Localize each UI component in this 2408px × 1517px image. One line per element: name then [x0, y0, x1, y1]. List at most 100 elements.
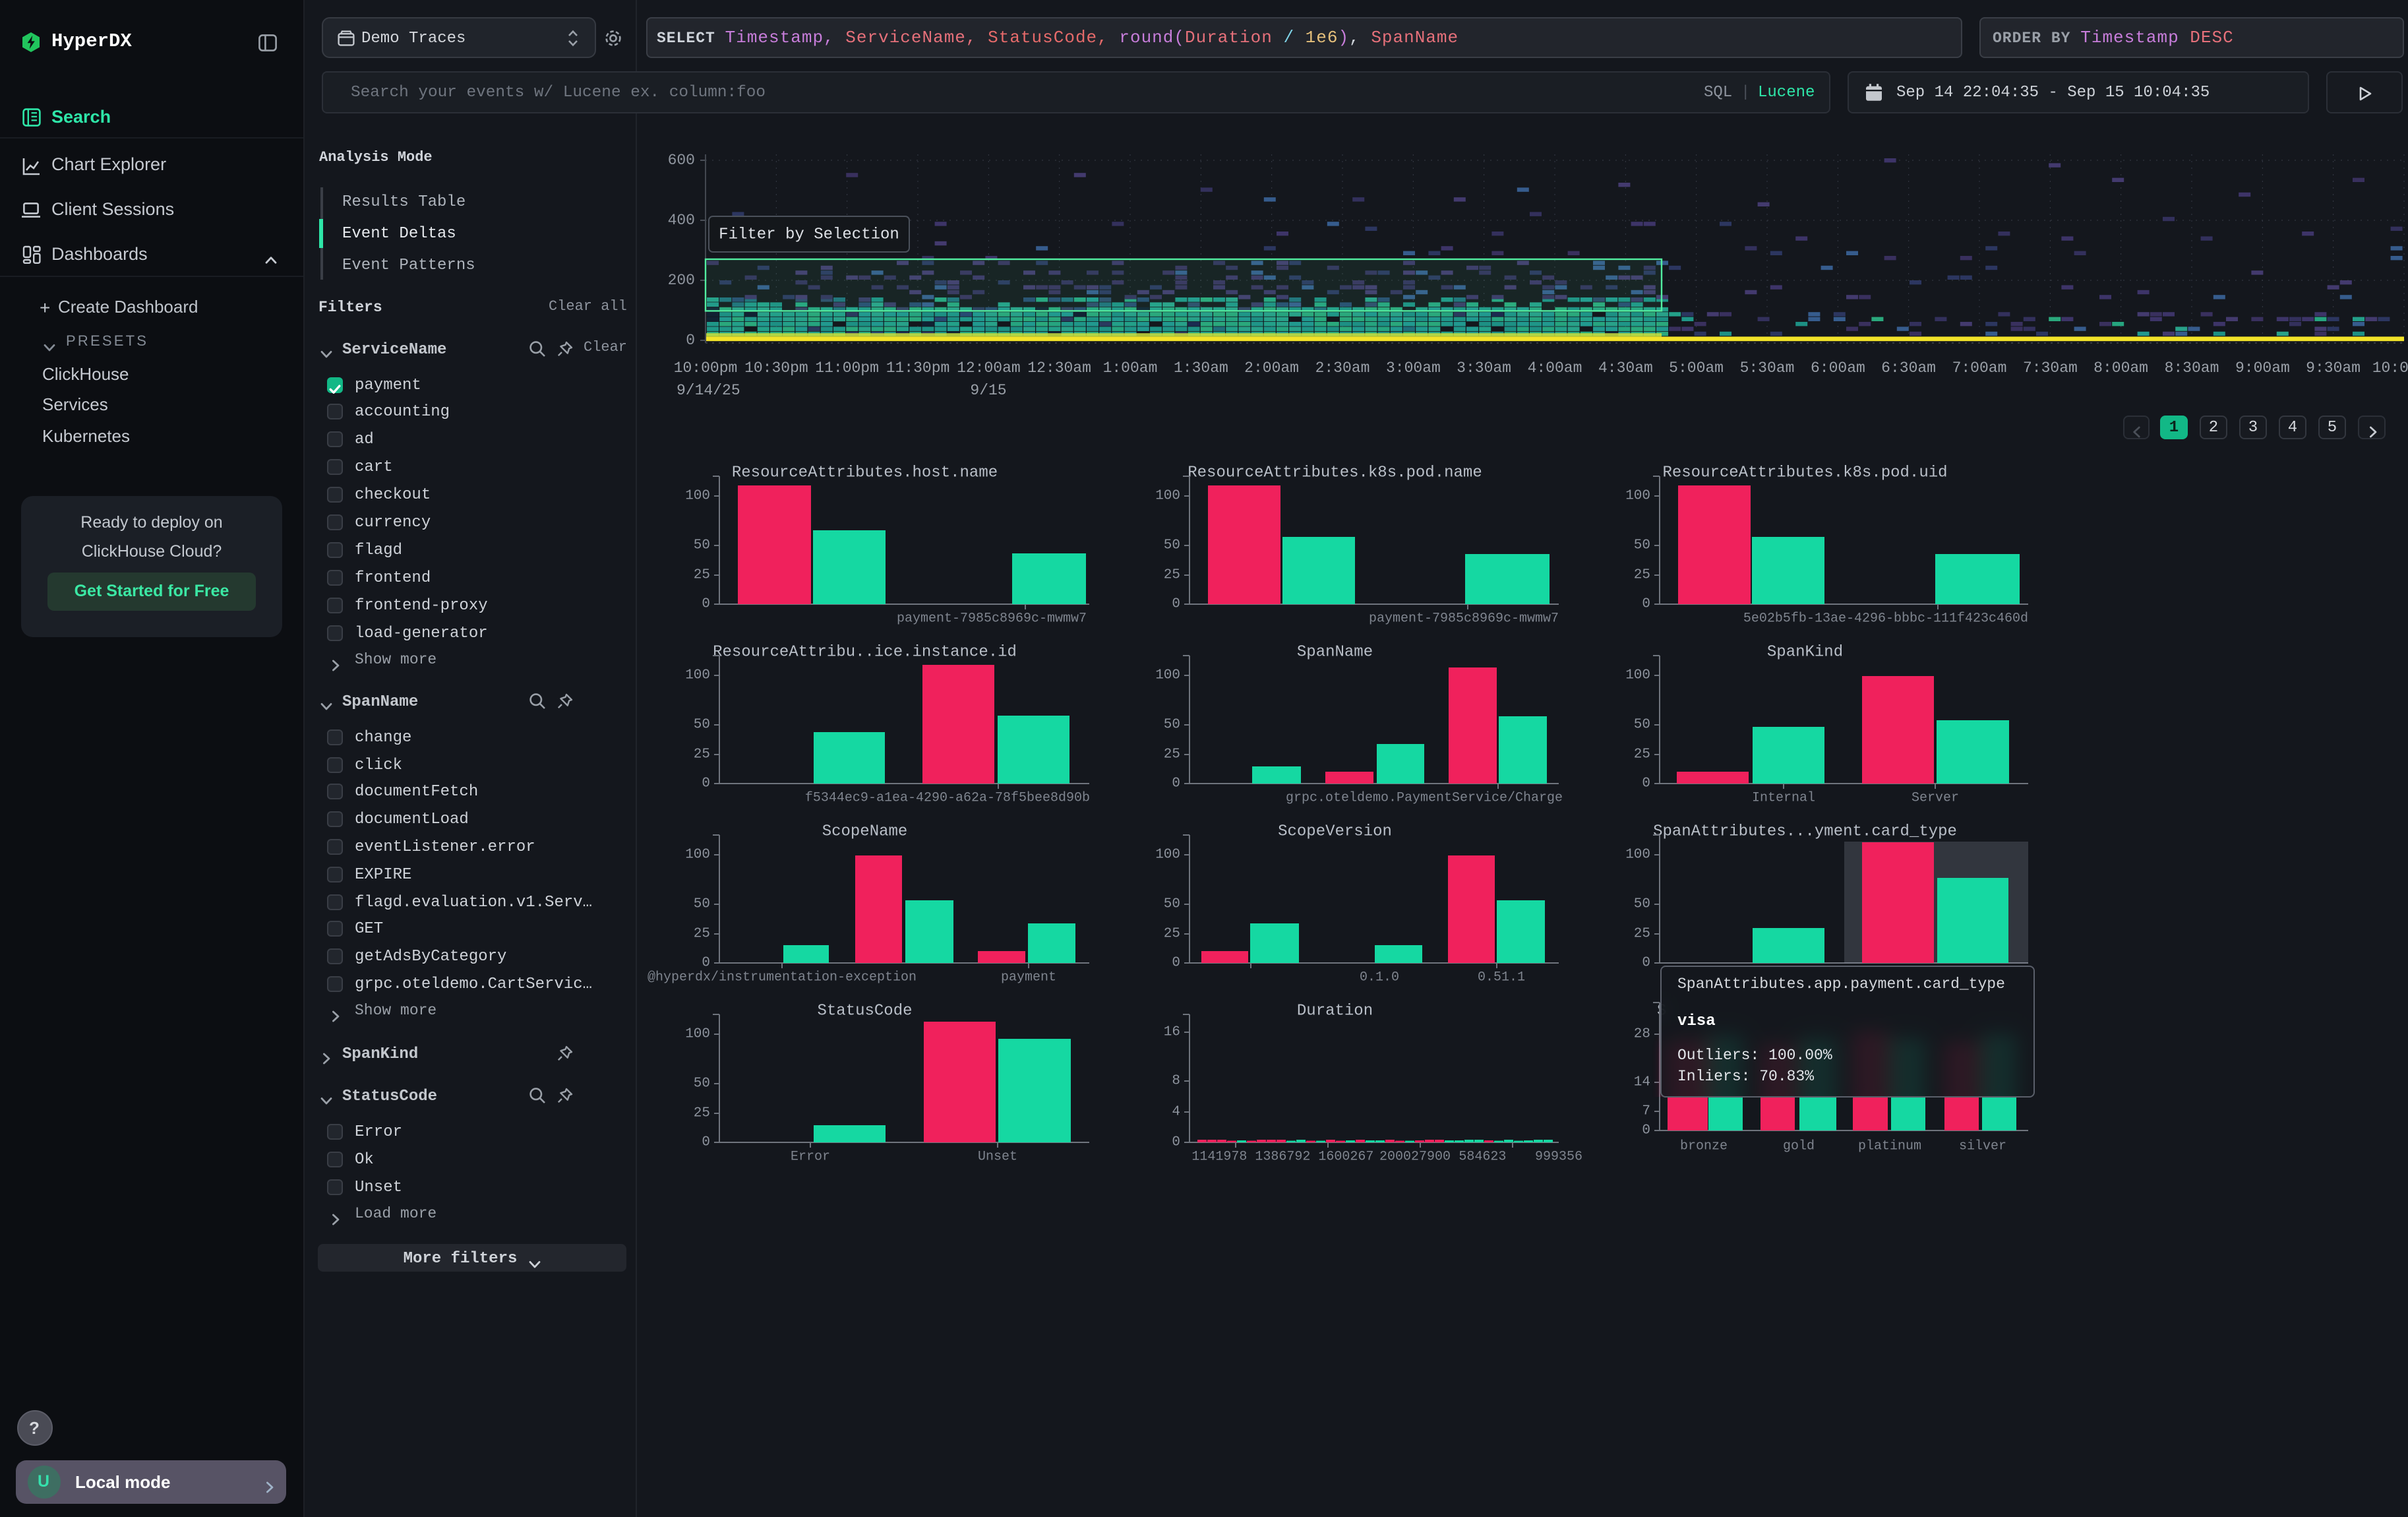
svg-text:100: 100 — [1155, 489, 1180, 504]
svg-text:11:00pm: 11:00pm — [815, 359, 879, 377]
svg-text:grpc.oteldemo.PaymentService/C: grpc.oteldemo.PaymentService/Charge — [1286, 791, 1563, 806]
svg-text:ScopeVersion: ScopeVersion — [1278, 823, 1392, 841]
svg-text:0: 0 — [686, 332, 695, 349]
svg-text:28: 28 — [1634, 1027, 1650, 1042]
svg-text:5:30am: 5:30am — [1740, 359, 1795, 377]
svg-text:25: 25 — [1634, 747, 1650, 762]
svg-text:0: 0 — [702, 1135, 710, 1150]
svg-text:3:00am: 3:00am — [1386, 359, 1441, 377]
svg-text:7: 7 — [1642, 1104, 1650, 1119]
svg-text:4:30am: 4:30am — [1598, 359, 1653, 377]
svg-text:14: 14 — [1634, 1075, 1650, 1090]
svg-text:8:00am: 8:00am — [2093, 359, 2148, 377]
svg-text:0: 0 — [1172, 597, 1180, 612]
svg-text:999356: 999356 — [1535, 1150, 1582, 1165]
svg-text:100: 100 — [1155, 848, 1180, 863]
svg-text:12:00am: 12:00am — [957, 359, 1021, 377]
svg-text:50: 50 — [1164, 718, 1180, 733]
svg-text:Duration: Duration — [1297, 1003, 1373, 1020]
svg-text:50: 50 — [694, 897, 710, 912]
svg-text:25: 25 — [694, 927, 710, 942]
svg-text:0.51.1: 0.51.1 — [1478, 970, 1525, 985]
svg-text:9/15: 9/15 — [970, 382, 1006, 399]
svg-text:50: 50 — [1164, 897, 1180, 912]
svg-text:payment-7985c8969c-mwmw7: payment-7985c8969c-mwmw7 — [897, 611, 1087, 627]
svg-text:payment: payment — [1001, 970, 1056, 985]
svg-text:1:00am: 1:00am — [1103, 359, 1158, 377]
svg-text:50: 50 — [1634, 897, 1650, 912]
svg-text:0: 0 — [1642, 956, 1650, 971]
svg-text:50: 50 — [1634, 718, 1650, 733]
svg-text:25: 25 — [1634, 568, 1650, 583]
svg-text:0: 0 — [702, 597, 710, 612]
svg-text:16: 16 — [1164, 1025, 1180, 1040]
svg-text:3:30am: 3:30am — [1457, 359, 1511, 377]
svg-text:100: 100 — [685, 1027, 710, 1042]
svg-text:0: 0 — [1172, 956, 1180, 971]
svg-text:0: 0 — [1642, 776, 1650, 791]
svg-text:5e02b5fb-13ae-4296-bbbc-111f42: 5e02b5fb-13ae-4296-bbbc-111f423c460d — [1743, 611, 2028, 627]
svg-text:50: 50 — [694, 1076, 710, 1092]
svg-text:0: 0 — [1172, 776, 1180, 791]
svg-text:7:30am: 7:30am — [2023, 359, 2078, 377]
svg-text:Filter by Selection: Filter by Selection — [719, 226, 899, 244]
svg-text:25: 25 — [1164, 927, 1180, 942]
svg-text:ResourceAttributes.host.name: ResourceAttributes.host.name — [732, 464, 998, 482]
svg-text:25: 25 — [694, 1106, 710, 1121]
svg-text:7:00am: 7:00am — [1952, 359, 2007, 377]
svg-text:2:00am: 2:00am — [1244, 359, 1299, 377]
svg-text:25: 25 — [1164, 568, 1180, 583]
svg-text:100: 100 — [1625, 489, 1650, 504]
svg-text:8:30am: 8:30am — [2165, 359, 2219, 377]
svg-text:0: 0 — [1172, 1135, 1180, 1150]
svg-text:SpanName: SpanName — [1297, 644, 1373, 662]
svg-text:9:00am: 9:00am — [2235, 359, 2290, 377]
svg-text:6:30am: 6:30am — [1881, 359, 1936, 377]
svg-text:11:30pm: 11:30pm — [886, 359, 950, 377]
svg-text:payment-7985c8969c-mwmw7: payment-7985c8969c-mwmw7 — [1369, 611, 1559, 627]
svg-text:StatusCode: StatusCode — [817, 1003, 912, 1020]
svg-text:bronze: bronze — [1680, 1139, 1728, 1154]
svg-text:silver: silver — [1959, 1139, 2006, 1154]
svg-text:10:30pm: 10:30pm — [744, 359, 808, 377]
svg-text:2:30am: 2:30am — [1315, 359, 1370, 377]
svg-text:gold: gold — [1783, 1139, 1815, 1154]
svg-text:SpanAttributes...yment.card_ty: SpanAttributes...yment.card_type — [1653, 823, 1957, 841]
svg-text:@hyperdx/instrumentation-excep: @hyperdx/instrumentation-exception — [647, 970, 917, 985]
svg-text:9:30am: 9:30am — [2306, 359, 2361, 377]
svg-text:8: 8 — [1172, 1074, 1180, 1089]
svg-text:5:00am: 5:00am — [1669, 359, 1724, 377]
svg-text:100: 100 — [1155, 668, 1180, 683]
svg-text:12:30am: 12:30am — [1027, 359, 1091, 377]
svg-text:100: 100 — [685, 668, 710, 683]
svg-text:platinum: platinum — [1858, 1139, 1921, 1154]
svg-text:200027900: 200027900 — [1379, 1150, 1451, 1165]
svg-text:200: 200 — [668, 272, 695, 289]
svg-text:25: 25 — [694, 568, 710, 583]
svg-text:0: 0 — [702, 956, 710, 971]
svg-text:1:30am: 1:30am — [1174, 359, 1228, 377]
svg-text:4: 4 — [1172, 1105, 1180, 1120]
svg-text:Internal: Internal — [1752, 791, 1815, 806]
svg-text:Error: Error — [791, 1150, 830, 1165]
svg-text:1600267: 1600267 — [1318, 1150, 1373, 1165]
svg-text:0: 0 — [1642, 1123, 1650, 1138]
svg-text:600: 600 — [668, 152, 695, 169]
svg-text:50: 50 — [1634, 538, 1650, 553]
svg-text:9/14/25: 9/14/25 — [677, 382, 740, 399]
svg-text:Server: Server — [1911, 791, 1959, 806]
svg-text:0.1.0: 0.1.0 — [1360, 970, 1399, 985]
svg-text:ResourceAttributes.k8s.pod.nam: ResourceAttributes.k8s.pod.name — [1188, 464, 1482, 482]
svg-text:10:00pm: 10:00pm — [674, 359, 738, 377]
svg-text:100: 100 — [685, 848, 710, 863]
svg-text:25: 25 — [694, 747, 710, 762]
svg-text:50: 50 — [694, 718, 710, 733]
svg-text:ResourceAttributes.k8s.pod.uid: ResourceAttributes.k8s.pod.uid — [1662, 464, 1947, 482]
svg-text:50: 50 — [694, 538, 710, 553]
svg-text:0: 0 — [702, 776, 710, 791]
svg-text:100: 100 — [1625, 848, 1650, 863]
svg-text:ResourceAttribu..ice.instance.: ResourceAttribu..ice.instance.id — [713, 644, 1017, 662]
svg-text:f5344ec9-a1ea-4290-a62a-78f5be: f5344ec9-a1ea-4290-a62a-78f5bee8d90b — [805, 791, 1090, 806]
svg-text:SpanKind: SpanKind — [1767, 644, 1843, 662]
svg-text:1141978: 1141978 — [1191, 1150, 1247, 1165]
